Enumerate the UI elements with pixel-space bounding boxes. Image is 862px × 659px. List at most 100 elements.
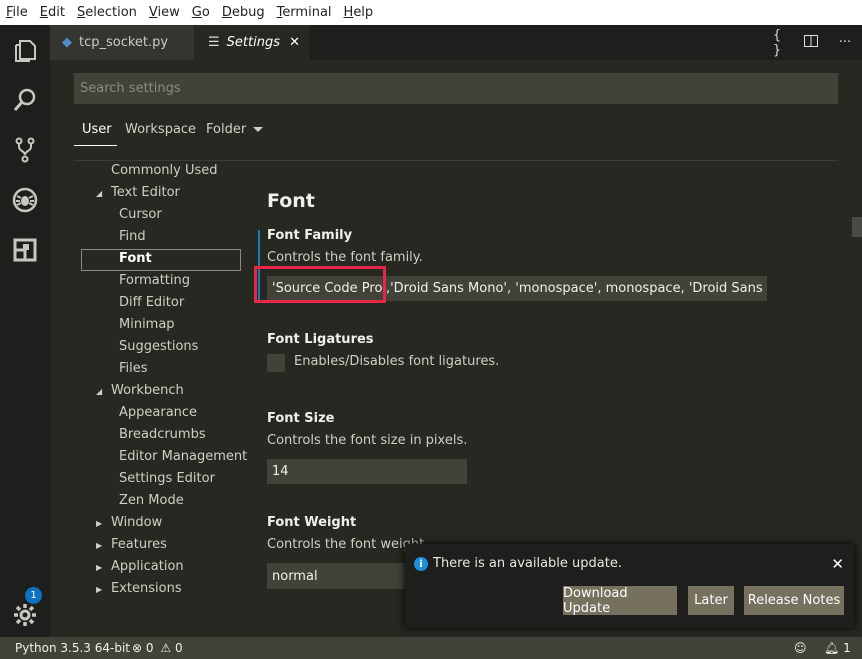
toc-item[interactable]: Files [119,358,148,380]
toc-commonly-used[interactable]: Commonly Used [111,160,218,182]
font-weight-select[interactable]: normal [267,563,407,589]
menu-terminal[interactable]: Terminal [274,5,335,20]
setting-description: Controls the font weight [267,537,425,552]
toc-label: Workbench [111,383,184,398]
feedback-icon[interactable]: ☺ [794,641,807,655]
notifications-indicator[interactable]: 🔔︎ 1 [824,641,851,655]
toc-item[interactable]: Diff Editor [119,292,184,314]
menu-bar: File Edit Selection View Go Debug Terminal Hel… [0,0,862,25]
debug-icon[interactable] [0,175,50,225]
error-count: 0 [145,641,154,655]
toc-item[interactable]: Suggestions [119,336,198,358]
toc-item[interactable]: Breadcrumbs [119,424,206,446]
menu-mnemonic: H [343,5,354,20]
notification-message: There is an available update. [433,556,622,571]
setting-title: Font Ligatures [267,332,374,347]
tab-folder-label: Folder [206,122,247,137]
bell-icon: 🔔︎ [824,641,840,655]
toc-application[interactable]: ▶ Application [96,556,184,578]
toc-label: Application [111,559,184,574]
toc-item[interactable]: Formatting [119,270,190,292]
collapsed-caret-icon: ▶ [96,563,103,572]
close-icon[interactable]: ✕ [289,35,300,50]
problems-indicator[interactable]: ⊗ 0 ⚠ 0 [132,641,183,655]
setting-title: Font Family [267,228,353,243]
menu-label: ebug [231,5,265,20]
close-icon[interactable]: ✕ [831,555,844,573]
toc-window[interactable]: ▶ Window [96,512,162,534]
font-size-input[interactable]: 14 [267,459,467,484]
tab-settings[interactable]: ☰ Settings ✕ [194,25,310,60]
toc-features[interactable]: ▶ Features [96,534,167,556]
toc-text-editor[interactable]: ◢ Text Editor [96,182,180,204]
update-notification: i There is an available update. ✕ Downlo… [405,544,854,628]
bell-count: 1 [843,641,851,655]
toc-label: Text Editor [111,185,180,200]
menu-mnemonic: E [39,5,48,20]
chevron-down-icon [253,127,264,132]
tab-user[interactable]: User [82,122,112,137]
menu-go[interactable]: Go [189,5,213,20]
menu-help[interactable]: Help [341,5,377,20]
setting-description: Controls the font size in pixels. [267,433,468,448]
warning-count: 0 [174,641,183,655]
toc-item[interactable]: Settings Editor [119,468,215,490]
collapsed-caret-icon: ▶ [96,519,103,528]
extensions-icon[interactable] [0,225,50,275]
info-icon: i [414,557,428,571]
setting-description: Controls the font family. [267,250,423,265]
warning-icon: ⚠ [160,641,172,655]
menu-mnemonic: V [148,5,158,20]
toc-item[interactable]: Editor Management [119,446,247,468]
scope-tabs: User Workspace Folder [74,108,838,161]
font-ligatures-checkbox[interactable] [267,354,285,372]
toc-extensions[interactable]: ▶ Extensions [96,578,182,600]
python-interpreter[interactable]: Python 3.5.3 64-bit [15,641,130,655]
active-tab-indicator [74,145,117,146]
toc-workbench[interactable]: ◢ Workbench [96,380,184,402]
highlight-box [254,266,386,303]
collapsed-caret-icon: ▶ [96,541,103,550]
toc-item[interactable]: Zen Mode [119,490,184,512]
collapsed-caret-icon: ▶ [96,585,103,594]
more-icon[interactable]: ··· [836,35,854,50]
scrollbar-thumb[interactable] [852,217,862,237]
source-control-icon[interactable] [0,125,50,175]
editor-actions: { } ··· [768,25,854,60]
toc-item[interactable]: Find [119,226,146,248]
menu-label: election [85,5,137,20]
tab-folder[interactable]: Folder [206,122,264,137]
menu-mnemonic: S [76,5,86,20]
toc-item[interactable]: Minimap [119,314,175,336]
open-json-icon[interactable]: { } [768,28,786,58]
tab-workspace[interactable]: Workspace [125,122,196,137]
tab-label: Settings [226,35,280,50]
toc-item[interactable]: Cursor [119,204,162,226]
setting-title: Font Size [267,411,335,426]
menu-view[interactable]: View [146,5,183,20]
toc-item[interactable]: Appearance [119,402,197,424]
menu-edit[interactable]: Edit [37,5,68,20]
menu-mnemonic: G [191,5,202,20]
menu-debug[interactable]: Debug [219,5,268,20]
later-button[interactable]: Later [688,586,734,615]
menu-file[interactable]: File [3,5,31,20]
menu-mnemonic: D [221,5,232,20]
settings-icon: ☰ [208,35,220,50]
search-input[interactable] [74,73,838,104]
split-editor-icon[interactable] [802,34,820,51]
menu-label: erminal [282,5,332,20]
notification-badge: 1 [25,587,42,604]
expanded-caret-icon: ◢ [96,189,103,198]
download-update-button[interactable]: Download Update [563,586,677,616]
release-notes-button[interactable]: Release Notes [744,586,844,615]
python-icon: ◆ [62,35,72,50]
activity-bar [0,25,50,637]
menu-selection[interactable]: Selection [74,5,140,20]
toc-item[interactable]: Font [119,248,152,270]
setting-title: Font Weight [267,515,357,530]
tab-label: tcp_socket.py [79,35,169,50]
explorer-icon[interactable] [0,25,50,75]
tab-tcp-socket[interactable]: ◆ tcp_socket.py [50,25,194,60]
search-icon[interactable] [0,75,50,125]
